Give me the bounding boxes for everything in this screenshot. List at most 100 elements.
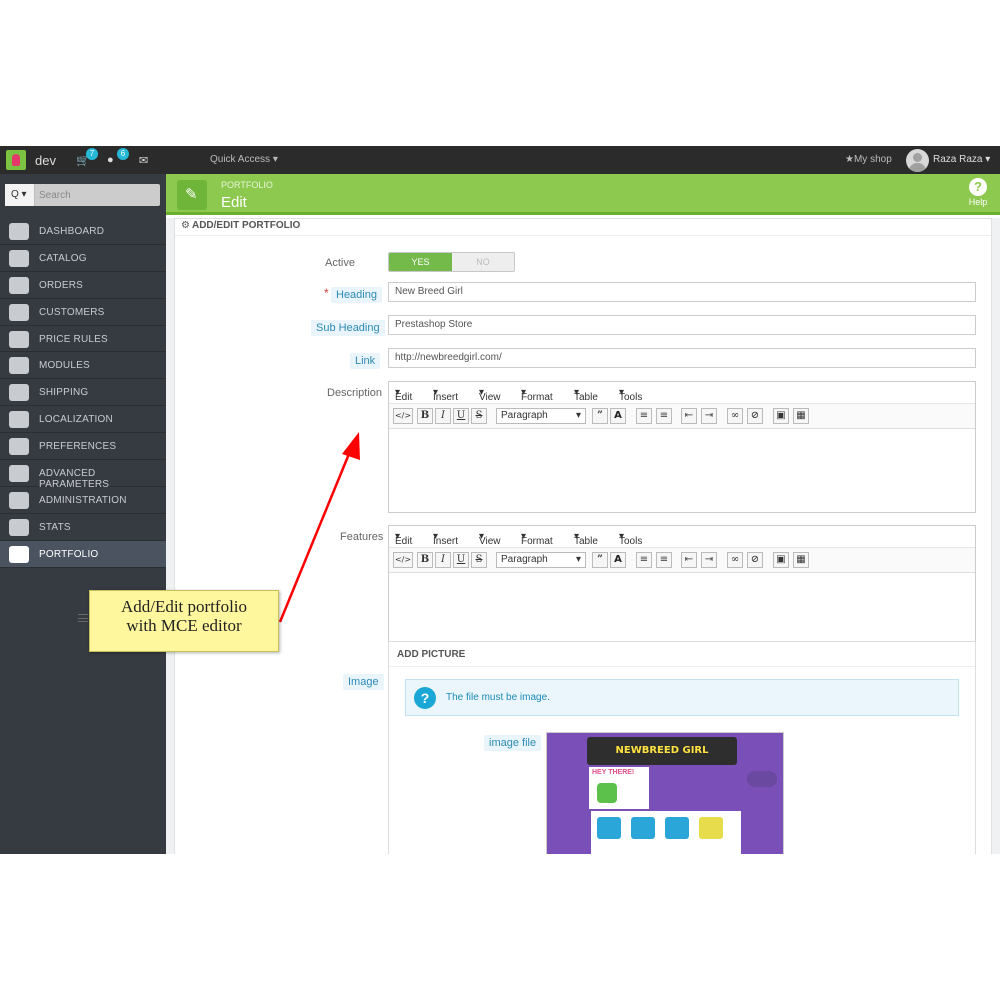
menu-format[interactable]: Format ▾	[521, 387, 553, 403]
user-menu[interactable]: Raza Raza ▾	[933, 154, 990, 165]
source-code-button[interactable]: </>	[393, 408, 413, 424]
sidebar-item-customers[interactable]: CUSTOMERS	[0, 298, 166, 326]
unlink-icon[interactable]: ⊘	[747, 408, 763, 424]
menu-label: View	[479, 536, 501, 547]
panel-heading-label: ADD/EDIT PORTFOLIO	[191, 220, 301, 231]
search-mode-button[interactable]: Q ▾	[5, 184, 35, 206]
main-content: ⚙ ADD/EDIT PORTFOLIO Active YES NO * Head…	[166, 218, 1000, 854]
sidebar-item-portfolio[interactable]: PORTFOLIO	[0, 540, 166, 568]
sidebar-item-label: LOCALIZATION	[39, 414, 113, 426]
sidebar-item-label: PREFERENCES	[39, 441, 117, 453]
menu-table[interactable]: Table ▾	[574, 531, 598, 547]
indent-icon[interactable]: ⇥	[701, 408, 717, 424]
bullet-list-icon[interactable]: ≡	[636, 408, 652, 424]
breadcrumb[interactable]: PORTFOLIO	[221, 180, 273, 190]
image-preview[interactable]: NEWBREED GIRL HEY THERE!	[546, 732, 784, 854]
menu-label: Edit	[395, 536, 413, 547]
quick-access-menu[interactable]: Quick Access ▾	[210, 154, 278, 165]
numbered-list-icon[interactable]: ≡	[656, 552, 672, 568]
subheading-input[interactable]: Prestashop Store	[388, 315, 976, 335]
image-icon[interactable]: ▦	[793, 408, 809, 424]
menu-insert[interactable]: Insert ▾	[433, 387, 458, 403]
blockquote-icon[interactable]: ”	[592, 408, 608, 424]
heading-label: Heading	[331, 287, 382, 303]
underline-button[interactable]: U	[453, 408, 469, 424]
active-yes-option[interactable]: YES	[389, 253, 452, 271]
sidebar-item-preferences[interactable]: PREFERENCES	[0, 433, 166, 461]
unlink-icon[interactable]: ⊘	[747, 552, 763, 568]
bullet-list-icon[interactable]: ≡	[636, 552, 652, 568]
active-no-option[interactable]: NO	[452, 253, 514, 271]
menu-tools[interactable]: Tools ▾	[619, 531, 642, 547]
active-toggle[interactable]: YES NO	[388, 252, 515, 272]
menu-view[interactable]: View ▾	[479, 387, 501, 403]
editor-menubar: Edit ▾ Insert ▾ View ▾ Format ▾ Table ▾ …	[389, 526, 975, 548]
my-shop-link[interactable]: ★My shop	[845, 154, 892, 165]
bold-button[interactable]: B	[417, 552, 433, 568]
sidebar-item-administration[interactable]: ADMINISTRATION	[0, 486, 166, 514]
indent-icon[interactable]: ⇥	[701, 552, 717, 568]
sidebar-item-orders[interactable]: ORDERS	[0, 271, 166, 299]
sidebar-item-modules[interactable]: MODULES	[0, 352, 166, 380]
menu-insert[interactable]: Insert ▾	[433, 531, 458, 547]
source-code-button[interactable]: </>	[393, 552, 413, 568]
description-label: Description	[327, 387, 383, 399]
media-icon[interactable]: ▣	[773, 552, 789, 568]
bold-button[interactable]: B	[417, 408, 433, 424]
menu-format[interactable]: Format ▾	[521, 531, 553, 547]
image-icon[interactable]: ▦	[793, 552, 809, 568]
avatar[interactable]	[906, 149, 929, 172]
help-button[interactable]: ? Help	[966, 178, 990, 207]
link-icon[interactable]: ∞	[727, 408, 743, 424]
media-icon[interactable]: ▣	[773, 408, 789, 424]
modules-icon	[9, 357, 29, 375]
paragraph-select[interactable]: Paragraph	[496, 552, 586, 568]
sidebar-item-localization[interactable]: LOCALIZATION	[0, 406, 166, 434]
menu-label: Edit	[395, 392, 413, 403]
italic-button[interactable]: I	[435, 408, 451, 424]
menu-edit[interactable]: Edit ▾	[395, 531, 412, 547]
thumb-product	[699, 817, 723, 839]
menu-collapse-icon[interactable]	[78, 614, 88, 622]
sidebar-item-price-rules[interactable]: PRICE RULES	[0, 325, 166, 353]
menu-label: Table	[574, 392, 598, 403]
description-editor: Edit ▾ Insert ▾ View ▾ Format ▾ Table ▾ …	[388, 381, 976, 513]
strikethrough-button[interactable]: S	[471, 408, 487, 424]
outdent-icon[interactable]: ⇤	[681, 552, 697, 568]
sidebar-item-shipping[interactable]: SHIPPING	[0, 379, 166, 407]
thumb-banner: NEWBREED GIRL	[587, 737, 737, 765]
sidebar-item-dashboard[interactable]: DASHBOARD	[0, 218, 166, 245]
link-icon[interactable]: ∞	[727, 552, 743, 568]
text-color-icon[interactable]: A	[610, 408, 626, 424]
menu-label: Tools	[619, 392, 643, 403]
paragraph-select[interactable]: Paragraph	[496, 408, 586, 424]
shop-name[interactable]: dev	[35, 153, 56, 168]
mail-icon[interactable]: ✉	[139, 154, 148, 167]
link-input[interactable]: http://newbreedgirl.com/	[388, 348, 976, 368]
text-color-icon[interactable]: A	[610, 552, 626, 568]
sidebar-item-advanced-parameters[interactable]: ADVANCED PARAMETERS	[0, 460, 166, 490]
strikethrough-button[interactable]: S	[471, 552, 487, 568]
menu-edit[interactable]: Edit ▾	[395, 387, 412, 403]
page-header: PORTFOLIO Edit ? Help	[166, 174, 1000, 215]
prestashop-logo-icon[interactable]	[6, 150, 26, 170]
heading-input[interactable]: New Breed Girl	[388, 282, 976, 302]
italic-button[interactable]: I	[435, 552, 451, 568]
annotation-line-2: with MCE editor	[126, 616, 242, 635]
menu-table[interactable]: Table ▾	[574, 387, 598, 403]
blockquote-icon[interactable]: ”	[592, 552, 608, 568]
sidebar-item-catalog[interactable]: CATALOG	[0, 244, 166, 272]
menu-label: Tools	[619, 536, 643, 547]
shipping-icon	[9, 384, 29, 402]
sidebar-item-stats[interactable]: STATS	[0, 513, 166, 541]
localization-icon	[9, 411, 29, 429]
underline-button[interactable]: U	[453, 552, 469, 568]
sidebar-item-label: PRICE RULES	[39, 333, 108, 345]
numbered-list-icon[interactable]: ≡	[656, 408, 672, 424]
customers-icon[interactable]: ●	[107, 154, 114, 166]
customers-icon	[9, 303, 29, 321]
menu-view[interactable]: View ▾	[479, 531, 501, 547]
menu-tools[interactable]: Tools ▾	[619, 387, 642, 403]
search-input[interactable]	[39, 187, 157, 203]
outdent-icon[interactable]: ⇤	[681, 408, 697, 424]
